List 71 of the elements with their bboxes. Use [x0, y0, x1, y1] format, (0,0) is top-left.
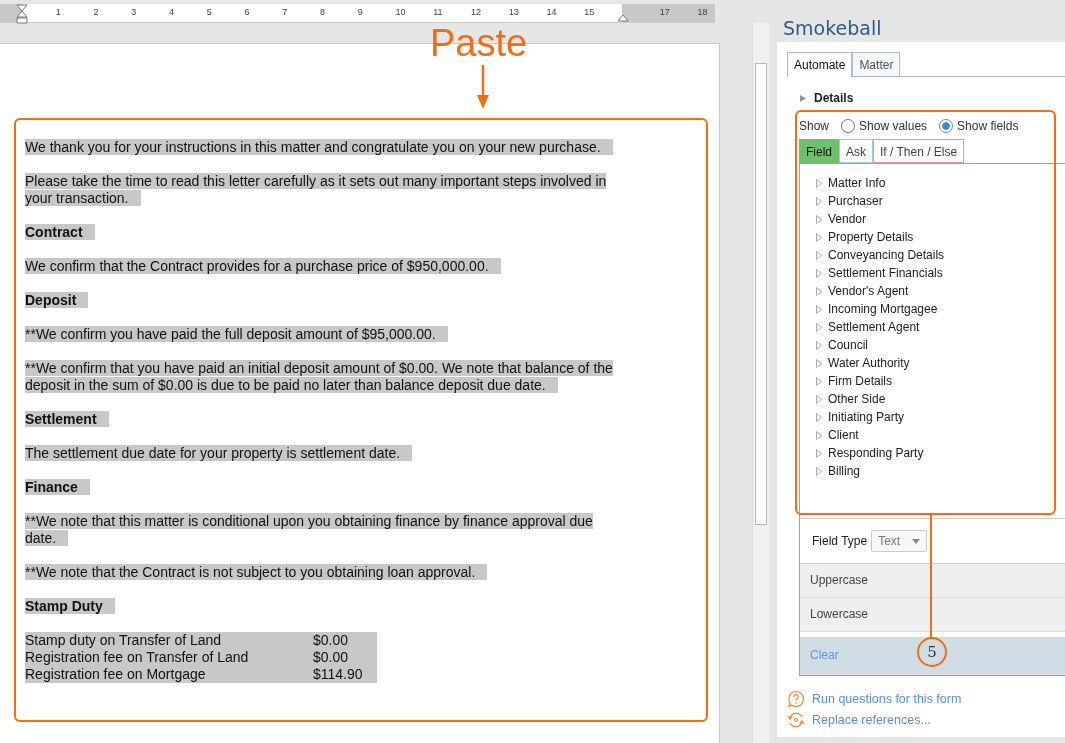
- paragraph: **We confirm that you have paid an initial deposit amount of $0.00. We note that balance of the deposit in the sum of $0.00 is due to be paid no later than balance deposit due date.: [25, 360, 614, 394]
- ruler-number: 9: [357, 7, 363, 17]
- annotation-label: Paste: [430, 22, 528, 65]
- indent-marker-icon[interactable]: [16, 4, 28, 24]
- ruler-number: 5: [206, 7, 212, 17]
- tree-item[interactable]: Other Side: [828, 392, 886, 406]
- indent-marker-icon[interactable]: [617, 14, 629, 22]
- tree-item[interactable]: Conveyancing Details: [828, 248, 945, 262]
- tree-item[interactable]: Purchaser: [828, 194, 883, 208]
- fee-label: Registration fee on Transfer of Land: [25, 649, 313, 666]
- ruler-number: 4: [169, 7, 174, 17]
- ruler-number: 1: [55, 7, 61, 17]
- tab[interactable]: Automate: [787, 52, 853, 77]
- ruler-number: 2: [93, 7, 99, 17]
- panel-title: Smokeball: [782, 16, 883, 41]
- tree-item[interactable]: Vendor: [828, 212, 867, 226]
- caret-icon: [912, 538, 921, 544]
- ruler-number: 13: [508, 7, 519, 17]
- tree-item[interactable]: Settlement Financials: [828, 266, 943, 280]
- radio-option[interactable]: Show values: [841, 119, 928, 133]
- ruler-number: 3: [131, 7, 137, 17]
- fee-amount: $0.00: [313, 632, 377, 649]
- fee-label: Registration fee on Mortgage: [25, 666, 313, 683]
- ruler-number: 11: [433, 7, 443, 17]
- tree-item[interactable]: Settlement Agent: [828, 320, 920, 334]
- ruler-number: 7: [282, 7, 288, 17]
- tab[interactable]: Ask: [839, 139, 874, 163]
- ruler-number: 12: [471, 7, 481, 17]
- section-title: Details: [814, 91, 854, 105]
- heading: Settlement: [25, 411, 625, 428]
- expand-triangle-icon[interactable]: [800, 94, 806, 102]
- tree-item[interactable]: Initiating Party: [828, 410, 905, 424]
- fee-amount: $114.90: [313, 666, 377, 683]
- tree-item[interactable]: Billing: [828, 464, 860, 478]
- tree-item[interactable]: Council: [828, 338, 869, 352]
- ruler-number: 18: [697, 7, 708, 17]
- tree-item[interactable]: Vendor's Agent: [828, 284, 909, 298]
- radio-option[interactable]: Show fields: [939, 119, 1019, 133]
- heading: Deposit: [25, 292, 625, 309]
- tree-item[interactable]: Incoming Mortgagee: [828, 302, 938, 316]
- field-type-label: Field Type: [812, 534, 868, 548]
- list-option[interactable]: Lowercase: [800, 598, 1065, 632]
- question-icon: [787, 689, 805, 708]
- ruler-number: 14: [546, 7, 557, 17]
- heading: Finance: [25, 479, 625, 496]
- tree-item[interactable]: Responding Party: [828, 446, 924, 460]
- ruler-number: 17: [659, 7, 670, 17]
- tab[interactable]: If / Then / Else: [873, 139, 965, 163]
- fee-label: Stamp duty on Transfer of Land: [25, 632, 313, 649]
- tree-item[interactable]: Matter Info: [828, 176, 886, 190]
- fee-amount: $0.00: [313, 649, 377, 666]
- refresh-icon: [787, 710, 805, 729]
- scrollbar[interactable]: [752, 23, 769, 743]
- ruler-number: 6: [244, 7, 250, 17]
- ruler-number: 8: [320, 7, 325, 17]
- ruler-number: 10: [395, 7, 406, 17]
- paragraph: Please take the time to read this letter carefully as it sets out many important steps involved in your transaction.: [25, 173, 608, 207]
- heading: Contract: [25, 224, 625, 241]
- tab[interactable]: Matter: [852, 52, 901, 76]
- tree-item[interactable]: Client: [828, 428, 859, 442]
- annotation-arrow: [477, 65, 489, 109]
- show-label: Show: [799, 119, 830, 133]
- heading: Stamp Duty: [25, 598, 625, 615]
- tree-item[interactable]: Water Authority: [828, 356, 910, 370]
- list-option[interactable]: Uppercase: [800, 564, 1065, 598]
- tree-item[interactable]: Property Details: [828, 230, 914, 244]
- tab[interactable]: Field: [799, 139, 839, 163]
- paragraph: **We note that this matter is conditional upon you obtaining finance by finance approval due date.: [25, 513, 594, 547]
- ruler-number: 15: [584, 7, 595, 17]
- tree-item[interactable]: Firm Details: [828, 374, 892, 388]
- field-type-dropdown[interactable]: Text: [871, 530, 928, 552]
